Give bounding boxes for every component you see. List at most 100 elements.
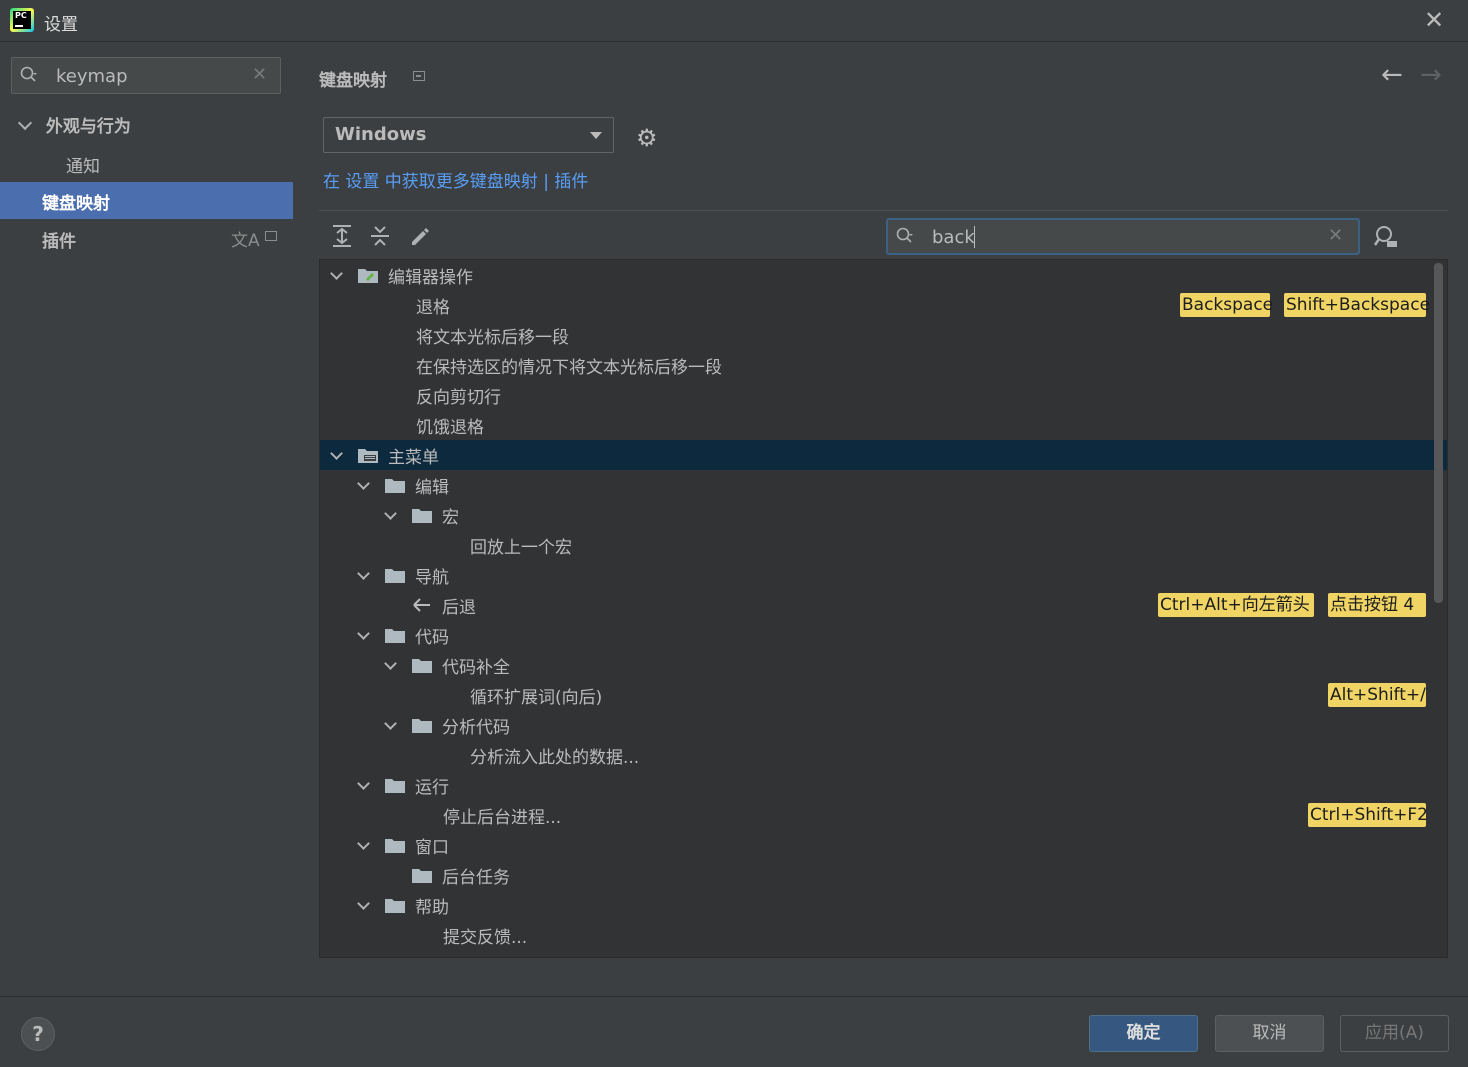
tree-row[interactable]: 帮助	[320, 890, 1447, 920]
sidebar-item-plugins[interactable]: 插件	[42, 227, 76, 252]
keymap-panel: 键盘映射 ← → Windows ⚙ 在 设置 中获取更多键盘映射 | 插件 ✕…	[293, 42, 1468, 996]
apply-button[interactable]: 应用(A)	[1340, 1015, 1449, 1052]
folder-icon	[385, 839, 405, 853]
tree-row-label: 饥饿退格	[416, 418, 484, 438]
tree-row-label: 代码补全	[442, 658, 510, 678]
sidebar-item-appearance[interactable]: 外观与行为	[17, 112, 131, 137]
chevron-down-icon[interactable]	[384, 507, 397, 520]
tree-row[interactable]: 主菜单	[320, 440, 1447, 470]
chevron-down-icon[interactable]	[384, 657, 397, 670]
tree-row[interactable]: 编辑	[320, 470, 1447, 500]
tree-row-label: 退格	[416, 298, 450, 318]
tree-row[interactable]: 退格 Shift+Backspace Backspace	[320, 290, 1447, 320]
more-keymaps-link[interactable]: 在 设置 中获取更多键盘映射 | 插件	[323, 167, 588, 192]
folder-icon	[385, 629, 405, 643]
page-title: 键盘映射	[319, 71, 387, 91]
ok-button[interactable]: 确定	[1089, 1015, 1198, 1052]
tree-row[interactable]: 反向剪切行	[320, 380, 1447, 410]
tree-row-label: 循环扩展词(向后)	[470, 688, 603, 708]
help-button[interactable]: ?	[21, 1017, 55, 1051]
keymap-action-tree[interactable]: 提交反馈... 帮助 后台任务 窗口 停止后台进程... Ctrl+Shift+F2 运行 分…	[319, 259, 1448, 958]
tree-row[interactable]: 回放上一个宏	[320, 530, 1447, 560]
tree-scrollbar[interactable]	[1434, 263, 1443, 603]
tree-row-label: 提交反馈...	[443, 928, 528, 948]
tree-row[interactable]: 编辑器操作	[320, 260, 1447, 290]
sidebar-item-label: 外观与行为	[45, 117, 131, 137]
tree-row[interactable]: 代码	[320, 620, 1447, 650]
tree-row-label: 回放上一个宏	[470, 538, 572, 558]
back-arrow-icon[interactable]: ←	[1381, 60, 1403, 90]
folder-icon	[412, 869, 432, 883]
tree-row[interactable]: 窗口	[320, 830, 1447, 860]
shortcut-badge: Shift+Backspace	[1284, 293, 1431, 317]
translate-icon: 文A	[231, 231, 260, 251]
forward-arrow-icon[interactable]: →	[1420, 60, 1442, 90]
folder-icon	[385, 479, 405, 493]
chevron-down-icon[interactable]	[357, 837, 370, 850]
search-icon	[896, 227, 913, 243]
back-arrow-icon	[413, 598, 430, 612]
sidebar-item-label: 通知	[66, 157, 100, 177]
tree-row-label: 帮助	[415, 898, 449, 918]
collapse-all-icon[interactable]	[369, 224, 391, 248]
chevron-down-icon[interactable]	[357, 567, 370, 580]
chevron-down-icon[interactable]	[357, 477, 370, 490]
action-filter-input[interactable]	[932, 225, 1312, 249]
tree-row[interactable]: 后台任务	[320, 860, 1447, 890]
chevron-down-icon[interactable]	[357, 777, 370, 790]
edit-shortcut-icon[interactable]	[408, 224, 430, 248]
sidebar-item-notifications[interactable]: 通知	[66, 152, 100, 177]
sidebar-item-keymap[interactable]: 键盘映射	[0, 182, 293, 219]
tree-row[interactable]: 代码补全	[320, 650, 1447, 680]
project-scope-icon	[413, 71, 425, 81]
close-icon[interactable]: ✕	[1424, 6, 1444, 34]
folder-icon	[385, 899, 405, 913]
expand-all-icon[interactable]	[331, 224, 353, 248]
tree-row-label: 在保持选区的情况下将文本光标后移一段	[416, 358, 722, 378]
folder-icon	[412, 659, 432, 673]
tree-row[interactable]: 饥饿退格	[320, 410, 1447, 440]
shortcut-badge: Ctrl+Alt+向左箭头	[1158, 593, 1314, 617]
tree-row-label: 后退	[442, 598, 476, 618]
chevron-down-icon[interactable]	[357, 627, 370, 640]
divider	[319, 210, 1448, 211]
folder-icon	[412, 719, 432, 733]
tree-row[interactable]: 提交反馈...	[320, 920, 1447, 950]
shortcut-badge: Backspace	[1180, 293, 1274, 317]
tree-row[interactable]: 分析流入此处的数据...	[320, 740, 1447, 770]
title-bar: PC 设置 ✕	[0, 0, 1468, 42]
gear-icon[interactable]: ⚙	[636, 124, 658, 152]
keymap-select-value: Windows	[335, 124, 427, 145]
tree-row[interactable]: 将文本光标后移一段	[320, 320, 1447, 350]
tree-row-label: 停止后台进程...	[443, 808, 562, 828]
sidebar-item-label: 键盘映射	[42, 194, 110, 214]
clear-filter-icon[interactable]: ✕	[1328, 225, 1343, 246]
tree-row[interactable]: 运行	[320, 770, 1447, 800]
tree-row[interactable]: 导航	[320, 560, 1447, 590]
project-scope-icon	[265, 231, 277, 241]
cancel-button[interactable]: 取消	[1215, 1015, 1324, 1052]
tree-row-label: 主菜单	[388, 448, 439, 468]
folder-icon	[412, 509, 432, 523]
chevron-down-icon[interactable]	[357, 897, 370, 910]
tree-row[interactable]: 宏	[320, 500, 1447, 530]
tree-row-label: 反向剪切行	[416, 388, 501, 408]
settings-search-input[interactable]	[56, 64, 246, 88]
folder-icon	[385, 779, 405, 793]
find-by-shortcut-icon[interactable]	[1373, 224, 1399, 250]
chevron-down-icon[interactable]	[330, 267, 343, 280]
tree-row[interactable]: 分析代码	[320, 710, 1447, 740]
tree-row[interactable]: 在保持选区的情况下将文本光标后移一段	[320, 350, 1447, 380]
clear-search-icon[interactable]: ✕	[252, 64, 267, 85]
settings-search-field[interactable]: ✕	[11, 57, 281, 94]
tree-row[interactable]: 后退 点击按钮 4 Ctrl+Alt+向左箭头	[320, 590, 1447, 620]
tree-row[interactable]: 循环扩展词(向后) Alt+Shift+/	[320, 680, 1447, 710]
pycharm-logo-icon: PC	[10, 8, 34, 32]
chevron-down-icon	[17, 115, 33, 131]
chevron-down-icon[interactable]	[384, 717, 397, 730]
chevron-down-icon[interactable]	[330, 447, 343, 460]
tree-row[interactable]: 停止后台进程... Ctrl+Shift+F2	[320, 800, 1447, 830]
keymap-select[interactable]: Windows	[323, 117, 614, 153]
action-filter-field[interactable]: ✕	[886, 218, 1360, 255]
tree-row-label: 代码	[415, 628, 449, 648]
